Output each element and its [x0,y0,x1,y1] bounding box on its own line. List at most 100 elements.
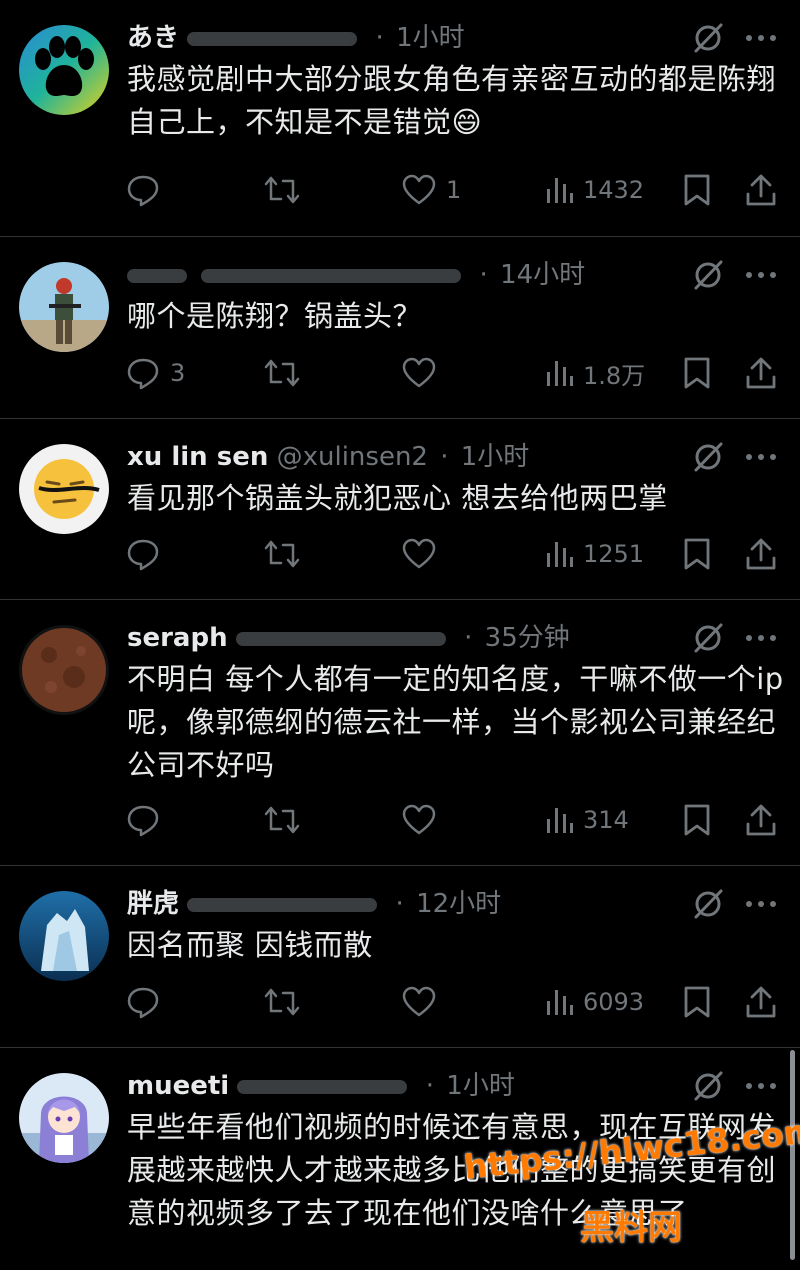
post-time[interactable]: 14小时 [500,260,585,290]
reply-button[interactable] [126,798,170,842]
views-icon [547,808,573,833]
post-header: · 14小时 [127,255,585,295]
scrollbar[interactable] [790,1050,795,1260]
bookmark-icon [684,804,710,836]
reply-post[interactable]: seraph · 35分钟 不明白 每个人都有一定的知名度，干嘛不做一个ip呢，… [0,600,800,866]
grok-icon[interactable] [690,20,726,56]
bookmark-button[interactable] [683,532,711,576]
like-button[interactable] [402,798,446,842]
views-button[interactable]: 1432 [545,168,644,212]
retweet-button[interactable] [263,798,311,842]
reply-button[interactable] [126,532,170,576]
display-name[interactable]: mueeti [127,1071,229,1101]
post-header: 胖虎 · 12小时 [127,889,502,919]
display-name[interactable]: seraph [127,623,228,653]
post-time[interactable]: 12小时 [416,889,501,919]
views-icon [547,361,573,386]
display-name[interactable]: あき [127,23,179,53]
views-icon [547,990,573,1015]
view-count: 1251 [583,540,645,568]
retweet-icon [264,540,300,568]
moon-avatar [19,625,109,715]
share-button[interactable] [745,980,777,1024]
display-name[interactable]: xu lin sen [127,442,268,472]
more-options-icon[interactable] [744,620,778,656]
display-name[interactable]: 胖虎 [127,889,179,919]
reply-button[interactable] [126,168,170,212]
avatar[interactable] [19,444,109,534]
retweet-button[interactable] [263,168,311,212]
post-time[interactable]: 1小时 [446,1071,515,1101]
grok-icon[interactable] [690,257,726,293]
share-icon [746,986,776,1018]
avatar[interactable] [19,262,109,352]
avatar[interactable] [19,1073,109,1163]
user-handle[interactable]: @xulinsen2 [277,442,428,472]
like-button[interactable]: 1 [402,168,461,212]
more-options-icon[interactable] [744,1068,778,1104]
more-options-icon[interactable] [744,439,778,475]
bookmark-button[interactable] [683,351,711,395]
share-icon [746,538,776,570]
soldier-avatar [19,262,109,352]
grok-icon[interactable] [690,1068,726,1104]
heart-icon [402,357,436,388]
reply-icon [127,175,159,207]
share-icon [746,804,776,836]
action-bar: 314 [0,798,800,842]
post-text: 哪个是陈翔？锅盖头？ [127,299,423,333]
share-button[interactable] [745,798,777,842]
post-header: あき · 1小时 [127,23,465,53]
grok-icon[interactable] [690,886,726,922]
like-button[interactable] [402,980,446,1024]
share-button[interactable] [745,532,777,576]
reply-post[interactable]: 胖虎 · 12小时 因名而聚 因钱而散 6093 [0,866,800,1048]
retweet-button[interactable] [263,980,311,1024]
redacted-name [127,268,187,283]
views-icon [547,542,573,567]
reply-post[interactable]: xu lin sen @xulinsen2 · 1小时 看见那个锅盖头就犯恶心 … [0,419,800,600]
reply-button[interactable]: 3 [126,351,185,395]
reply-button[interactable] [126,980,170,1024]
retweet-button[interactable] [263,351,311,395]
post-time[interactable]: 1小时 [461,442,530,472]
more-options-icon[interactable] [744,257,778,293]
post-header: xu lin sen @xulinsen2 · 1小时 [127,442,530,472]
reply-post[interactable]: あき · 1小时 我感觉剧中大部分跟女角色有亲密互动的都是陈翔自己上，不知是不是… [0,0,800,237]
reply-icon [127,358,159,390]
views-button[interactable]: 1251 [545,532,644,576]
grok-icon[interactable] [690,439,726,475]
share-button[interactable] [745,168,777,212]
redacted-handle [237,1079,408,1094]
post-time[interactable]: 1小时 [396,23,465,53]
bookmark-button[interactable] [683,980,711,1024]
retweet-icon [264,988,300,1016]
heart-icon [402,804,436,835]
avatar[interactable] [19,891,109,981]
views-button[interactable]: 1.8万 [545,351,645,395]
bookmark-button[interactable] [683,168,711,212]
heart-icon [402,538,436,569]
redacted-handle [187,31,358,46]
bookmark-button[interactable] [683,798,711,842]
post-header: seraph · 35分钟 [127,623,570,653]
retweet-button[interactable] [263,532,311,576]
grok-icon[interactable] [690,620,726,656]
reply-post[interactable]: · 14小时 哪个是陈翔？锅盖头？ 3 1.8万 [0,237,800,419]
heart-icon [402,986,436,1017]
like-button[interactable] [402,351,446,395]
views-button[interactable]: 314 [545,798,629,842]
more-options-icon[interactable] [744,886,778,922]
more-options-icon[interactable] [744,20,778,56]
avatar[interactable] [19,25,109,115]
post-text: 因名而聚 因钱而散 [127,928,373,962]
action-bar: 1 1432 [0,168,800,212]
avatar[interactable] [19,625,109,715]
action-bar: 3 1.8万 [0,351,800,395]
like-button[interactable] [402,532,446,576]
reply-post[interactable]: mueeti · 1小时 早些年看他们视频的时候还有意思，现在互联网发展越来越快… [0,1048,800,1270]
retweet-icon [264,359,300,387]
share-button[interactable] [745,351,777,395]
post-time[interactable]: 35分钟 [485,623,570,653]
views-button[interactable]: 6093 [545,980,644,1024]
